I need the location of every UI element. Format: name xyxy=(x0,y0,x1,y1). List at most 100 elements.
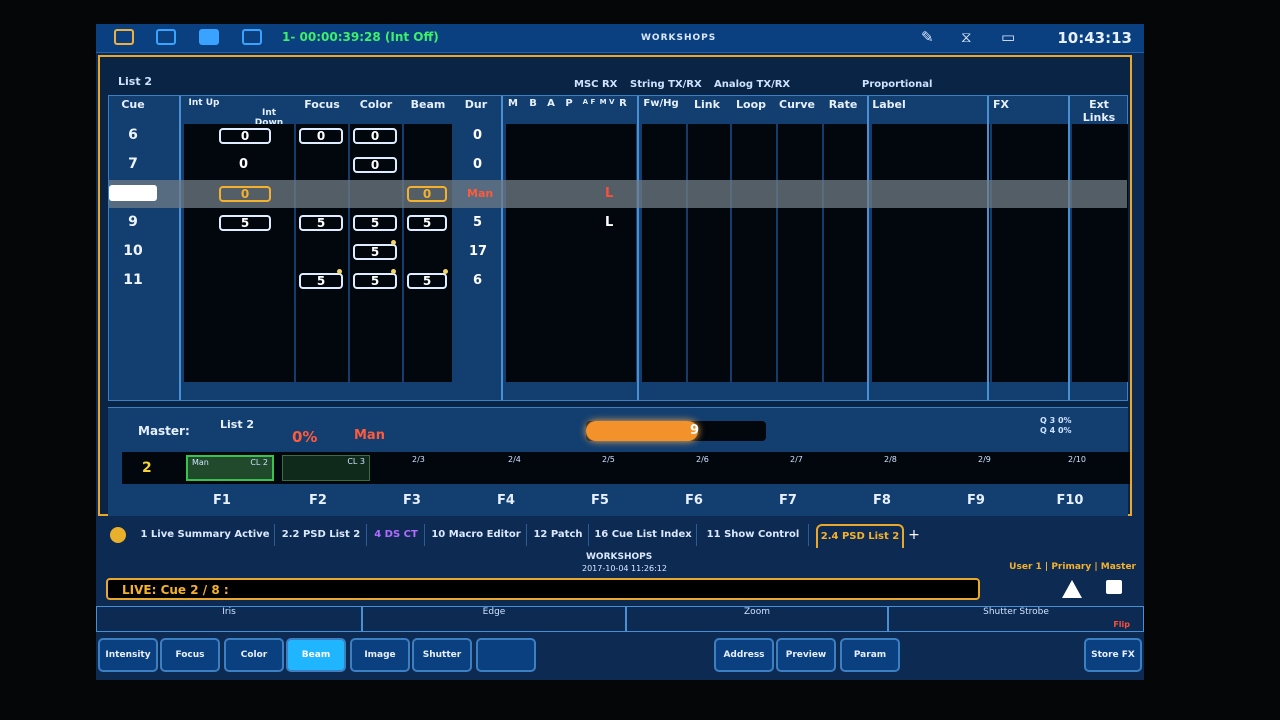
fkey-f5[interactable]: F5 xyxy=(570,493,630,508)
fader-slot[interactable]: 2/8 xyxy=(884,455,972,481)
fader-strip[interactable]: 2 Man CL 2 CL 3 2/3 2/4 2/5 2/6 2/7 2/8 … xyxy=(122,452,1130,484)
focus-cell[interactable]: 0 xyxy=(299,128,343,144)
encoder-edge[interactable]: Edge xyxy=(362,606,626,632)
fkey-f7[interactable]: F7 xyxy=(758,493,818,508)
command-line[interactable]: LIVE: Cue 2 / 8 : xyxy=(106,578,980,600)
store-fx-button[interactable]: Store FX xyxy=(1084,638,1142,672)
fader-slot[interactable]: 2/3 xyxy=(412,455,500,481)
cue-table[interactable]: Cue Int Up Int Down Focus Color Beam Dur… xyxy=(108,95,1128,401)
fader-slot[interactable]: 2/7 xyxy=(790,455,878,481)
col-cue: Cue xyxy=(121,98,145,111)
address-button[interactable]: Address xyxy=(714,638,774,672)
col-dur: Dur xyxy=(464,98,488,111)
fkey-f10[interactable]: F10 xyxy=(1040,493,1100,508)
battery-icon[interactable]: ▭ xyxy=(1001,28,1015,46)
console-screen: 1- 00:00:39:28 (Int Off) WORKSHOPS ✎ ⧖ ▭… xyxy=(96,24,1144,680)
fader-slot[interactable]: 2/10 xyxy=(1068,455,1156,481)
color-cell[interactable]: 5 xyxy=(353,273,397,289)
tab-cue-list-index[interactable]: 16 Cue List Index xyxy=(590,524,697,546)
fader-slot[interactable]: 2/4 xyxy=(508,455,596,481)
q-info: Q 3 0% xyxy=(1040,416,1072,425)
warning-icon[interactable] xyxy=(1062,580,1082,598)
fkey-f9[interactable]: F9 xyxy=(946,493,1006,508)
cue-number[interactable]: 7 xyxy=(109,156,157,172)
cue-number[interactable]: 10 xyxy=(109,243,157,259)
int-cell[interactable]: 0 xyxy=(219,128,271,144)
display-icon[interactable] xyxy=(156,29,176,45)
color-cell[interactable]: 0 xyxy=(353,128,397,144)
color-cell[interactable]: 5 xyxy=(353,244,397,260)
tab-psd-list-2[interactable]: 2.2 PSD List 2 xyxy=(276,524,367,546)
cue-number[interactable]: 11 xyxy=(109,272,157,288)
intensity-button[interactable]: Intensity xyxy=(98,638,158,672)
fkey-f1[interactable]: F1 xyxy=(192,493,252,508)
tab-ds-ct[interactable]: 4 DS CT xyxy=(368,524,425,546)
dur-cell: 17 xyxy=(469,244,488,259)
blank-button[interactable] xyxy=(476,638,536,672)
focus-cell[interactable]: 5 xyxy=(299,273,343,289)
focus-button[interactable]: Focus xyxy=(160,638,220,672)
tab-patch[interactable]: 12 Patch xyxy=(528,524,589,546)
fkey-f3[interactable]: F3 xyxy=(382,493,442,508)
fader-slot[interactable]: 2/6 xyxy=(696,455,784,481)
col-label: Label xyxy=(872,98,906,111)
fader-slot[interactable]: 2/5 xyxy=(602,455,690,481)
psd-frame: List 2 MSC RX String TX/RX Analog TX/RX … xyxy=(98,55,1132,516)
col-b: B xyxy=(529,98,537,109)
cue-number[interactable]: 6 xyxy=(109,127,157,143)
col-a: A xyxy=(547,98,555,109)
encoder-zoom[interactable]: Zoom xyxy=(626,606,888,632)
col-ext-links: Ext Links xyxy=(1082,98,1116,124)
master-percent: 0% xyxy=(292,428,318,446)
home-icon[interactable] xyxy=(114,29,134,45)
col-p: P xyxy=(565,98,573,109)
preview-button[interactable]: Preview xyxy=(776,638,836,672)
panel-loop xyxy=(731,124,776,382)
fkey-f6[interactable]: F6 xyxy=(664,493,724,508)
shutter-button[interactable]: Shutter xyxy=(412,638,472,672)
fader-f1[interactable]: Man CL 2 xyxy=(186,455,274,481)
fkey-f2[interactable]: F2 xyxy=(288,493,348,508)
cue-number[interactable]: 9 xyxy=(109,214,157,230)
beam-cell[interactable]: 5 xyxy=(407,273,447,289)
link-flag: L xyxy=(605,186,614,201)
int-cell[interactable]: 0 xyxy=(239,157,248,172)
monitor-icon[interactable] xyxy=(242,29,262,45)
encoder-shutter-strobe[interactable]: Shutter Strobe xyxy=(888,606,1144,632)
cue-number[interactable]: 8 xyxy=(109,185,157,201)
tab-macro-editor[interactable]: 10 Macro Editor xyxy=(426,524,527,546)
encoder-iris[interactable]: Iris xyxy=(96,606,362,632)
layout-icon[interactable] xyxy=(199,29,219,45)
beam-cell[interactable]: 0 xyxy=(407,186,447,202)
dur-cell: 0 xyxy=(473,157,483,172)
beam-cell[interactable]: 5 xyxy=(407,215,447,231)
tab-show-control[interactable]: 11 Show Control xyxy=(698,524,809,546)
col-r: R xyxy=(619,98,627,109)
timecode-readout: 1- 00:00:39:28 (Int Off) xyxy=(282,30,439,44)
fader-f2[interactable]: CL 3 xyxy=(282,455,370,481)
panel-fx xyxy=(991,124,1068,382)
focus-cell[interactable]: 5 xyxy=(299,215,343,231)
fader-f1-mode: Man xyxy=(192,458,209,467)
fkey-f4[interactable]: F4 xyxy=(476,493,536,508)
param-button[interactable]: Param xyxy=(840,638,900,672)
add-tab-icon[interactable]: + xyxy=(904,524,924,546)
gear-icon[interactable] xyxy=(110,527,126,543)
lock-icon[interactable] xyxy=(1106,580,1122,594)
image-button[interactable]: Image xyxy=(350,638,410,672)
beam-button[interactable]: Beam xyxy=(286,638,346,672)
col-rate: Rate xyxy=(828,98,858,111)
show-name: WORKSHOPS xyxy=(641,33,717,43)
int-cell[interactable]: 0 xyxy=(219,186,271,202)
fader-slot[interactable]: 2/9 xyxy=(978,455,1066,481)
int-cell[interactable]: 5 xyxy=(219,215,271,231)
pen-icon[interactable]: ✎ xyxy=(921,28,934,46)
tab-psd-list-2-active[interactable]: 2.4 PSD List 2 xyxy=(816,524,904,548)
color-cell[interactable]: 0 xyxy=(353,157,397,173)
color-cell[interactable]: 5 xyxy=(353,215,397,231)
color-button[interactable]: Color xyxy=(224,638,284,672)
tab-live-summary[interactable]: 1 Live Summary Active xyxy=(136,524,275,546)
fkey-f8[interactable]: F8 xyxy=(852,493,912,508)
network-icon[interactable]: ⧖ xyxy=(961,28,972,46)
col-mv: M V xyxy=(599,98,615,106)
